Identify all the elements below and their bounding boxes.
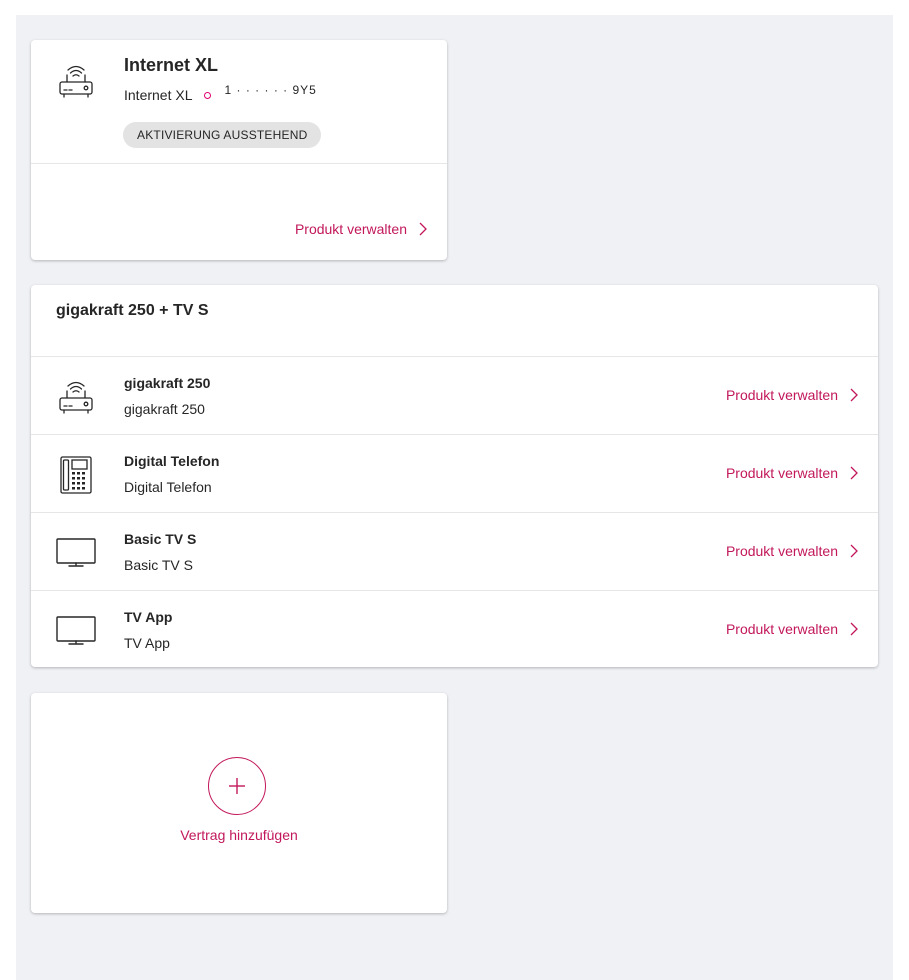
product-title: Basic TV S — [124, 531, 197, 547]
product-title: TV App — [124, 609, 173, 625]
product-title: Digital Telefon — [124, 453, 220, 469]
status-badge: AKTIVIERUNG AUSSTEHEND — [123, 122, 322, 148]
separator-dot-icon — [203, 91, 211, 99]
manage-product-link[interactable]: Produkt verwalten — [726, 387, 860, 403]
page: Internet XL Internet XL 1 · · · · · · 9Y… — [0, 0, 909, 980]
add-contract-card[interactable]: Vertrag hinzufügen — [31, 693, 447, 913]
product-title: gigakraft 250 — [124, 375, 211, 391]
chevron-right-icon — [850, 466, 858, 480]
manage-product-link[interactable]: Produkt verwalten — [726, 465, 860, 481]
tv-icon — [55, 610, 97, 652]
desk-phone-icon — [55, 454, 97, 496]
chevron-right-icon — [850, 622, 858, 636]
router-icon — [55, 376, 97, 418]
manage-product-label: Produkt verwalten — [294, 221, 407, 237]
product-subtitle: gigakraft 250 — [124, 401, 205, 417]
product-row-basic-tv-s: Basic TV S Basic TV S Produkt verwalten — [31, 512, 878, 590]
manage-product-link[interactable]: Produkt verwalten — [726, 621, 860, 637]
product-subtitle: TV App — [124, 635, 170, 651]
router-icon — [55, 60, 97, 102]
contract-card-internet-xl: Internet XL Internet XL 1 · · · · · · 9Y… — [31, 40, 447, 260]
manage-product-label: Produkt verwalten — [725, 465, 838, 481]
chevron-right-icon — [850, 544, 858, 558]
chevron-right-icon — [850, 388, 858, 402]
contract-title: Internet XL — [124, 55, 219, 75]
divider — [31, 163, 447, 164]
manage-product-label: Produkt verwalten — [725, 387, 838, 403]
bundle-title: gigakraft 250 + TV S — [56, 302, 209, 319]
chevron-right-icon — [419, 222, 427, 236]
product-row-tv-app: TV App TV App Produkt verwalten — [31, 590, 878, 668]
product-row-gigakraft: gigakraft 250 gigakraft 250 Produkt verw… — [31, 356, 878, 434]
tv-icon — [55, 532, 97, 574]
add-contract-button[interactable] — [208, 757, 266, 815]
manage-product-link[interactable]: Produkt verwalten — [726, 543, 860, 559]
contracts-panel: Internet XL Internet XL 1 · · · · · · 9Y… — [16, 15, 893, 980]
contract-card-bundle: gigakraft 250 + TV S gigakraft 250 gigak… — [31, 285, 878, 667]
manage-product-label: Produkt verwalten — [725, 621, 838, 637]
product-subtitle: Basic TV S — [124, 557, 193, 573]
contract-subtitle: Internet XL — [124, 87, 193, 103]
plus-icon — [229, 778, 245, 794]
manage-product-label: Produkt verwalten — [725, 543, 838, 559]
manage-product-link[interactable]: Produkt verwalten — [295, 221, 429, 237]
contract-number-masked: 1 · · · · · · 9Y5 — [224, 83, 317, 97]
product-row-digital-telefon: Digital Telefon Digital Telefon Produkt … — [31, 434, 878, 512]
product-subtitle: Digital Telefon — [124, 479, 212, 495]
add-contract-label[interactable]: Vertrag hinzufügen — [31, 827, 447, 843]
contract-subtitle-row: Internet XL 1 · · · · · · 9Y5 — [124, 83, 317, 103]
